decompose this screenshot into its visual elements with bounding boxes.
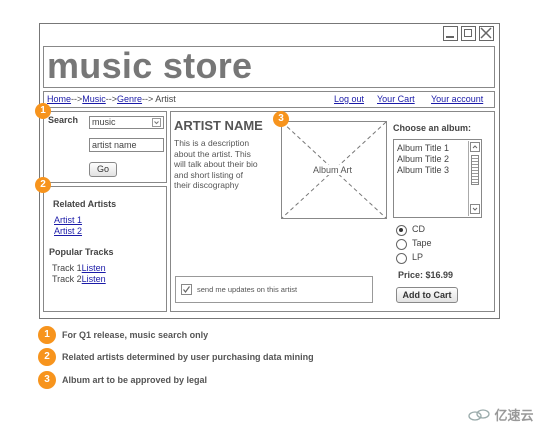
- chevron-down-icon: [472, 207, 478, 211]
- breadcrumb-genre[interactable]: Genre: [117, 94, 142, 104]
- chevron-up-icon: [472, 145, 478, 149]
- maximize-button[interactable]: [461, 26, 476, 41]
- scroll-thumb[interactable]: [471, 155, 479, 185]
- add-to-cart-button[interactable]: Add to Cart: [396, 287, 458, 303]
- header: music store: [43, 45, 495, 88]
- popular-tracks-heading: Popular Tracks: [49, 247, 114, 257]
- close-button[interactable]: [479, 26, 494, 41]
- breadcrumb-separator: -->: [71, 94, 83, 104]
- add-to-cart-label: Add to Cart: [402, 290, 452, 300]
- album-listbox[interactable]: Album Title 1 Album Title 2 Album Title …: [393, 139, 482, 218]
- logout-link[interactable]: Log out: [334, 94, 364, 104]
- format-label: CD: [412, 224, 425, 234]
- search-panel: Search music artist name Go: [43, 111, 167, 183]
- breadcrumb-current: --> Artist: [142, 94, 176, 104]
- related-artist-link[interactable]: Artist 1: [54, 215, 82, 225]
- track-label: Track 1: [52, 263, 82, 273]
- list-item[interactable]: Album Title 3: [397, 165, 449, 175]
- scroll-down-button[interactable]: [470, 204, 480, 214]
- album-art-label: Album Art: [313, 165, 353, 175]
- breadcrumb-home[interactable]: Home: [47, 94, 71, 104]
- related-artist-link[interactable]: Artist 2: [54, 226, 82, 236]
- search-category-select[interactable]: music: [89, 116, 164, 129]
- annotation-badge-2: 2: [35, 177, 51, 193]
- updates-checkbox[interactable]: [181, 284, 192, 295]
- album-art: Album Art: [281, 121, 387, 219]
- format-radio-lp[interactable]: [396, 253, 407, 264]
- description-line: their discography: [174, 180, 239, 190]
- list-item[interactable]: Album Title 2: [397, 154, 449, 164]
- close-icon: [480, 27, 492, 39]
- choose-album-heading: Choose an album:: [393, 123, 472, 133]
- scroll-up-button[interactable]: [470, 142, 480, 152]
- watermark-text: 亿速云: [494, 408, 534, 423]
- your-account-link[interactable]: Your account: [431, 94, 483, 104]
- note-badge: 2: [38, 348, 56, 366]
- search-category-value: music: [92, 117, 116, 127]
- updates-box: send me updates on this artist: [175, 276, 373, 303]
- breadcrumb-music[interactable]: Music: [82, 94, 106, 104]
- artist-name-heading: ARTIST NAME: [174, 118, 263, 133]
- format-label: Tape: [412, 238, 432, 248]
- app-title: music store: [47, 45, 253, 86]
- description-line: This is a description: [174, 138, 250, 148]
- nav-bar: Home-->Music-->Genre--> Artist Log out Y…: [43, 91, 495, 108]
- main-panel: ARTIST NAME This is a description about …: [170, 111, 495, 312]
- note-text: For Q1 release, music search only: [62, 330, 209, 340]
- search-input[interactable]: artist name: [89, 138, 164, 152]
- note-badge: 1: [38, 326, 56, 344]
- note-text: Album art to be approved by legal: [62, 375, 208, 385]
- format-label: LP: [412, 252, 424, 262]
- watermark-logo-icon: [468, 408, 490, 421]
- annotation-badge-3: 3: [273, 111, 289, 127]
- scrollbar[interactable]: [468, 141, 481, 216]
- checkmark-icon: [183, 286, 190, 293]
- breadcrumb-separator: -->: [105, 94, 118, 104]
- go-button[interactable]: Go: [89, 162, 117, 177]
- format-radio-tape[interactable]: [396, 239, 407, 250]
- format-radio-cd[interactable]: [396, 225, 407, 236]
- watermark: 亿速云: [468, 405, 533, 424]
- listen-link[interactable]: Listen: [82, 274, 106, 284]
- minimize-icon: [446, 36, 454, 38]
- track-row: Track 2Listen: [52, 274, 106, 284]
- listen-link[interactable]: Listen: [82, 263, 106, 273]
- related-artists-heading: Related Artists: [53, 199, 117, 209]
- list-item[interactable]: Album Title 1: [397, 143, 449, 153]
- chevron-down-icon: [152, 118, 161, 127]
- note-badge: 3: [38, 371, 56, 389]
- annotation-badge-1: 1: [35, 103, 51, 119]
- your-cart-link[interactable]: Your Cart: [377, 94, 415, 104]
- minimize-button[interactable]: [443, 26, 458, 41]
- go-button-label: Go: [96, 164, 109, 174]
- description-line: about the artist. This: [174, 148, 251, 159]
- search-input-value: artist name: [92, 140, 137, 150]
- description-line: and short listing of: [174, 169, 243, 180]
- maximize-icon: [464, 29, 472, 37]
- note-text: Related artists determined by user purch…: [62, 352, 314, 362]
- track-label: Track 2: [52, 274, 82, 284]
- search-label: Search: [48, 115, 79, 125]
- breadcrumb: Home-->Music-->Genre--> Artist: [47, 94, 176, 104]
- related-panel: Related Artists Artist 1 Artist 2 Popula…: [43, 186, 167, 312]
- description-line: will talk about their bio: [174, 159, 258, 169]
- track-row: Track 1Listen: [52, 263, 106, 273]
- price-label: Price: $16.99: [398, 270, 454, 280]
- artist-description: This is a description about the artist. …: [174, 138, 258, 191]
- updates-label: send me updates on this artist: [197, 285, 298, 294]
